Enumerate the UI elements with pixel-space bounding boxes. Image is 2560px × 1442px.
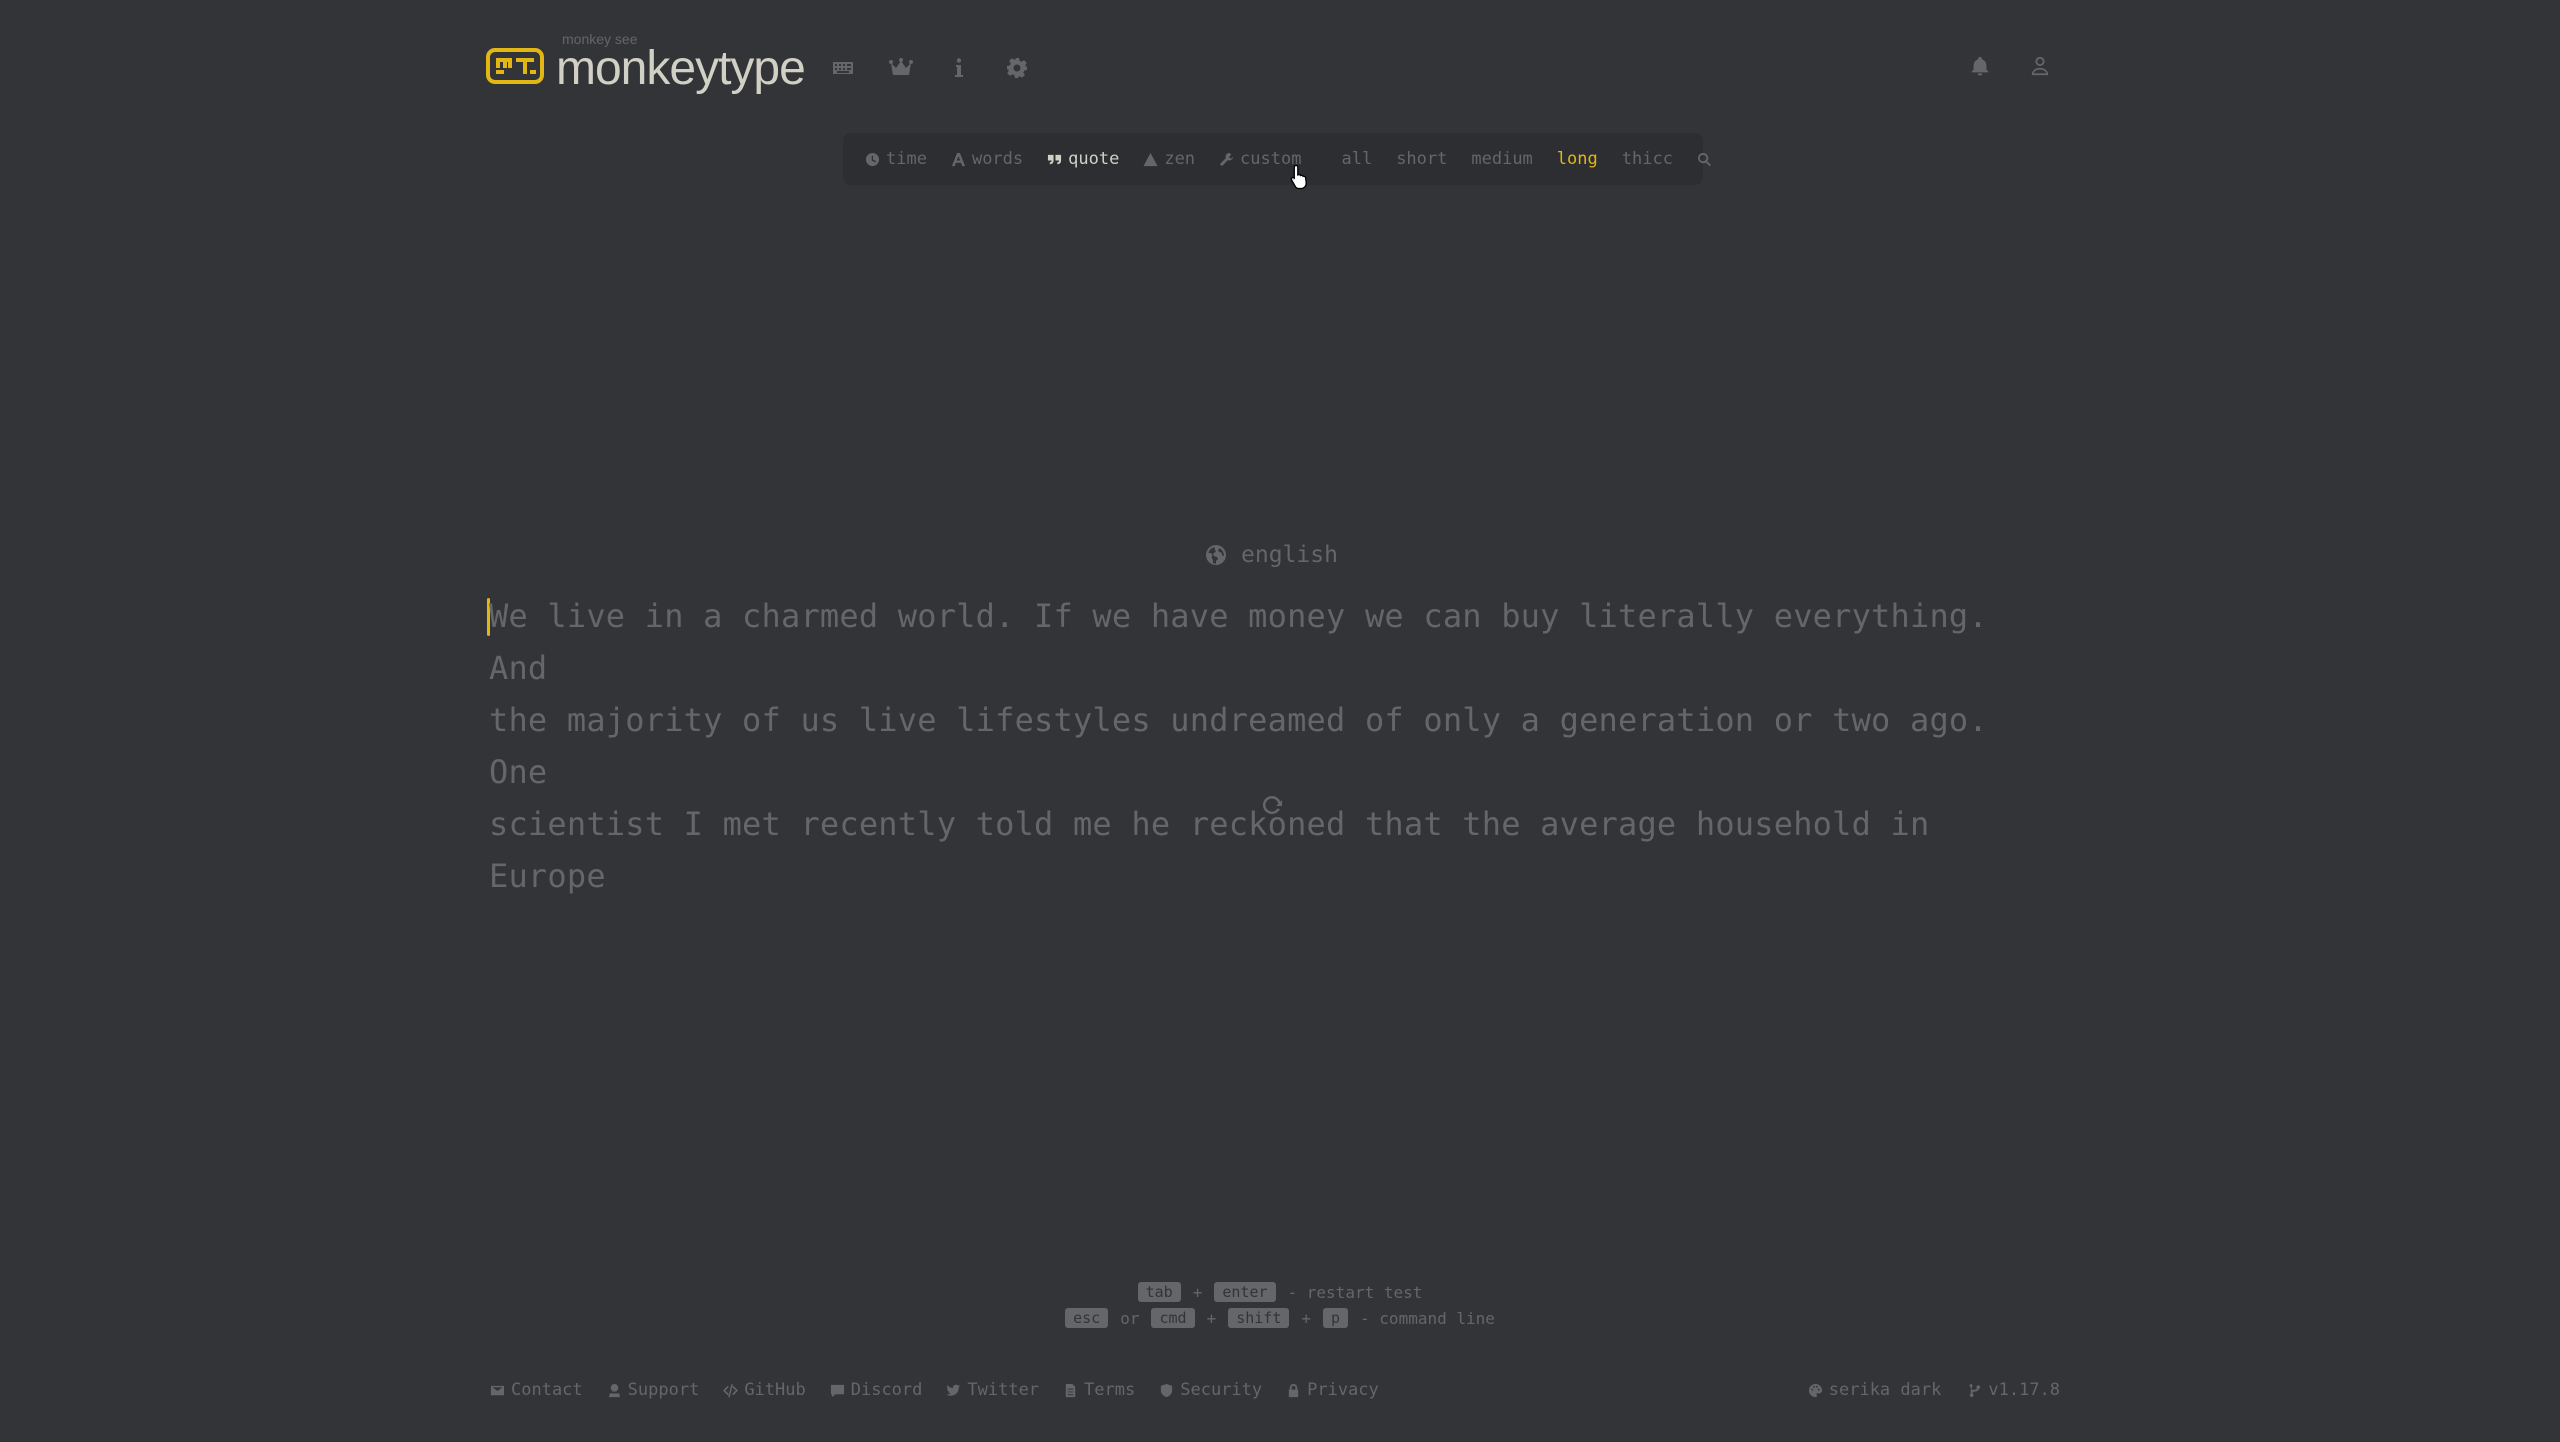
hint-restart: tab + enter - restart test bbox=[1137, 1282, 1423, 1302]
header: monkey see monkeytype bbox=[486, 30, 2056, 102]
footer-security-label: Security bbox=[1180, 1380, 1263, 1400]
length-medium-button[interactable]: medium bbox=[1471, 149, 1532, 169]
footer-contact-link[interactable]: Contact bbox=[490, 1380, 583, 1400]
footer-twitter-label: Twitter bbox=[967, 1380, 1040, 1400]
gear-icon[interactable] bbox=[1005, 56, 1029, 80]
mode-zen-label: zen bbox=[1164, 149, 1196, 169]
key-tab: tab bbox=[1137, 1282, 1181, 1302]
footer-terms-link[interactable]: Terms bbox=[1063, 1380, 1135, 1400]
key-esc: esc bbox=[1065, 1308, 1109, 1328]
logo[interactable]: monkey see monkeytype bbox=[486, 31, 806, 95]
font-icon bbox=[951, 152, 966, 166]
language-selector[interactable]: english bbox=[1205, 542, 1338, 568]
length-thicc-button[interactable]: thicc bbox=[1622, 149, 1673, 169]
test-config-bar: time words quote zen custom all short me… bbox=[843, 133, 1711, 185]
restart-button[interactable] bbox=[1261, 794, 1285, 818]
footer-discord-link[interactable]: Discord bbox=[830, 1380, 923, 1400]
logo-subtitle: monkey see bbox=[562, 31, 638, 47]
key-enter: enter bbox=[1214, 1282, 1276, 1302]
footer-discord-label: Discord bbox=[850, 1380, 923, 1400]
twitter-icon bbox=[946, 1384, 961, 1396]
footer-twitter-link[interactable]: Twitter bbox=[946, 1380, 1039, 1400]
footer-privacy-label: Privacy bbox=[1307, 1380, 1379, 1400]
hint-plus: + bbox=[1206, 1308, 1217, 1328]
user-icon[interactable] bbox=[2028, 54, 2052, 78]
keyboard-icon[interactable] bbox=[831, 56, 855, 80]
footer-terms-label: Terms bbox=[1084, 1380, 1136, 1400]
footer-github-label: GitHub bbox=[744, 1380, 806, 1400]
mouse-pointer-icon bbox=[1290, 164, 1307, 190]
footer-links: Contact Support GitHub Discord Twitter T… bbox=[490, 1380, 1379, 1400]
quote-length-group: all short medium long thicc bbox=[1341, 149, 1711, 169]
footer: Contact Support GitHub Discord Twitter T… bbox=[490, 1376, 2060, 1404]
length-all-button[interactable]: all bbox=[1341, 149, 1372, 169]
hint-plus: + bbox=[1301, 1308, 1311, 1328]
version-button[interactable]: v1.17.8 bbox=[1967, 1380, 2060, 1400]
mode-quote-label: quote bbox=[1068, 149, 1120, 169]
length-long-button[interactable]: long bbox=[1557, 149, 1598, 169]
footer-security-link[interactable]: Security bbox=[1159, 1380, 1262, 1400]
donate-icon bbox=[608, 1383, 620, 1397]
quote-icon bbox=[1048, 154, 1062, 164]
hint-command-label: - command line bbox=[1360, 1308, 1495, 1328]
version-label: v1.17.8 bbox=[1988, 1380, 2060, 1400]
keyboard-hints: tab + enter - restart test esc or cmd + … bbox=[0, 1282, 2560, 1328]
hint-command-line: esc or cmd + shift + p - command line bbox=[1065, 1308, 1495, 1328]
key-shift: shift bbox=[1228, 1308, 1290, 1328]
globe-icon bbox=[1206, 545, 1226, 565]
shield-icon bbox=[1161, 1383, 1173, 1397]
mode-words-button[interactable]: words bbox=[951, 149, 1023, 169]
bell-icon[interactable] bbox=[1968, 54, 1992, 78]
hint-restart-label: - restart test bbox=[1287, 1282, 1423, 1302]
header-nav bbox=[831, 56, 1029, 80]
mode-quote-button[interactable]: quote bbox=[1047, 149, 1119, 169]
footer-support-label: Support bbox=[627, 1380, 700, 1400]
mode-time-button[interactable]: time bbox=[865, 149, 927, 169]
header-right bbox=[1968, 54, 2052, 78]
envelope-icon bbox=[490, 1385, 505, 1395]
footer-privacy-link[interactable]: Privacy bbox=[1286, 1380, 1379, 1400]
mode-zen-button[interactable]: zen bbox=[1143, 149, 1195, 169]
language-label: english bbox=[1241, 542, 1338, 568]
footer-github-link[interactable]: GitHub bbox=[723, 1380, 806, 1400]
logo-title: monkeytype bbox=[556, 42, 806, 95]
footer-contact-label: Contact bbox=[511, 1380, 583, 1400]
comment-icon bbox=[830, 1384, 844, 1397]
search-icon bbox=[1698, 152, 1711, 166]
code-icon bbox=[723, 1383, 739, 1397]
lock-icon bbox=[1288, 1383, 1299, 1397]
key-cmd: cmd bbox=[1151, 1308, 1195, 1328]
footer-right: serika dark v1.17.8 bbox=[1808, 1380, 2060, 1400]
hint-plus: + bbox=[1192, 1282, 1203, 1302]
palette-icon bbox=[1808, 1383, 1822, 1397]
info-icon[interactable] bbox=[947, 56, 971, 80]
wrench-icon bbox=[1219, 152, 1234, 166]
theme-button[interactable]: serika dark bbox=[1808, 1380, 1942, 1400]
file-icon bbox=[1065, 1383, 1076, 1397]
words-display[interactable]: We live in a charmed world. If we have m… bbox=[489, 590, 2029, 902]
mountain-icon bbox=[1143, 152, 1158, 166]
key-p: p bbox=[1323, 1308, 1349, 1328]
crown-icon[interactable] bbox=[888, 56, 913, 80]
hint-or: or bbox=[1120, 1308, 1140, 1328]
monkeytype-logo-icon bbox=[486, 48, 544, 84]
mode-words-label: words bbox=[971, 149, 1024, 169]
clock-icon bbox=[865, 152, 880, 166]
theme-label: serika dark bbox=[1828, 1380, 1942, 1400]
app-root: monkey see monkeytype time words quote z… bbox=[0, 0, 2560, 1442]
length-short-button[interactable]: short bbox=[1396, 149, 1447, 169]
code-branch-icon bbox=[1969, 1383, 1981, 1397]
rotate-icon bbox=[1262, 795, 1282, 814]
quote-search-button[interactable] bbox=[1697, 152, 1712, 167]
mode-group: time words quote zen custom bbox=[865, 149, 1301, 169]
footer-support-link[interactable]: Support bbox=[607, 1380, 700, 1400]
mode-time-label: time bbox=[886, 149, 927, 169]
